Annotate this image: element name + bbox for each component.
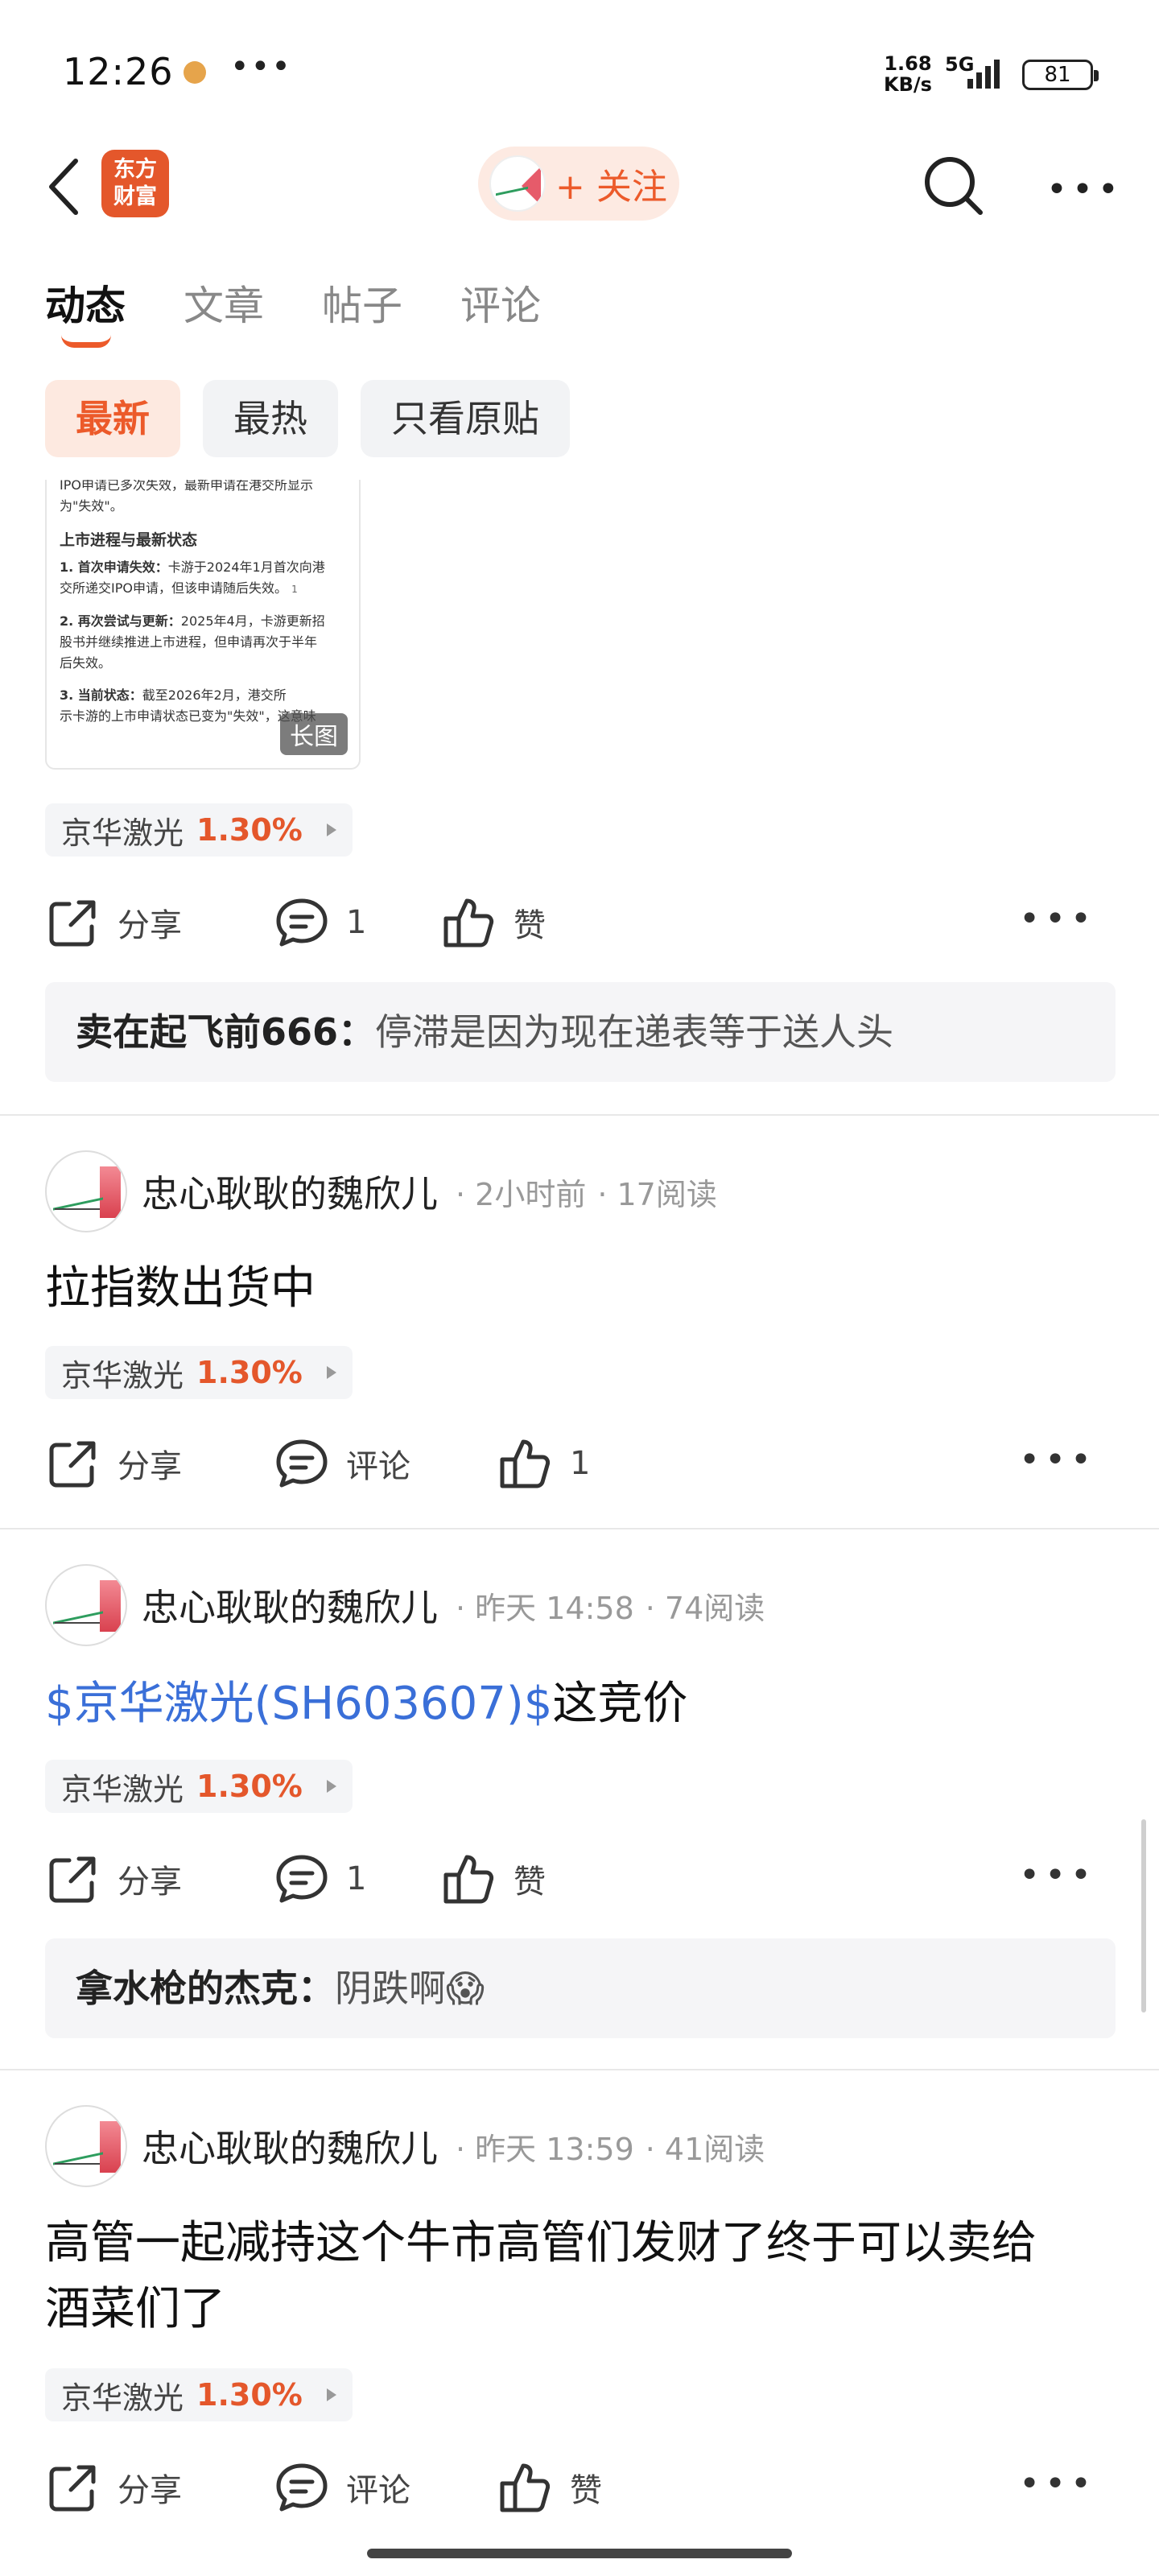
tab-active-indicator — [61, 335, 111, 348]
comment-icon — [276, 898, 328, 947]
comment-icon — [276, 1855, 328, 1903]
comment-preview[interactable]: 卖在起飞前666：停滞是因为现在递表等于送人头 — [45, 982, 1116, 1082]
notification-emoji-icon — [184, 61, 206, 84]
read-count: · 74阅读 — [645, 1590, 765, 1626]
scrollbar[interactable] — [1141, 1819, 1146, 2013]
post-header: 忠心耿耿的魏欣儿 · 2小时前 · 17阅读 — [45, 1150, 1116, 1232]
username[interactable]: 忠心耿耿的魏欣儿 — [142, 1165, 438, 1218]
read-count: · 17阅读 — [597, 1176, 717, 1212]
post-header: 忠心耿耿的魏欣儿 · 昨天 14:58 · 74阅读 — [45, 1564, 1116, 1646]
battery-icon: 81 — [1022, 60, 1099, 90]
like-button[interactable]: 赞 — [441, 1847, 546, 1911]
play-arrow-icon — [326, 824, 336, 836]
thumbs-up-icon — [500, 1439, 551, 1488]
stock-tag[interactable]: 京华激光 1.30% — [45, 2368, 353, 2421]
network-speed: 1.68 KB/s — [884, 52, 932, 96]
follow-label: + 关注 — [555, 167, 667, 208]
share-icon — [49, 1856, 96, 1903]
username[interactable]: 忠心耿耿的魏欣儿 — [142, 2120, 438, 2173]
divider — [0, 2069, 1159, 2070]
follow-button[interactable]: + 关注 — [478, 147, 679, 221]
post-action-bar: 分享 1 赞 ••• — [45, 890, 1116, 955]
post-action-bar: 分享 评论 1 ••• — [45, 1431, 1116, 1496]
comment-button[interactable]: 1 — [274, 890, 366, 955]
comment-preview[interactable]: 拿水枪的杰克：阴跌啊😱 — [45, 1938, 1116, 2038]
post-more-dots-icon[interactable]: ••• — [1019, 2463, 1096, 2504]
signal-icon — [967, 60, 1000, 89]
like-button[interactable]: 赞 — [497, 2455, 602, 2520]
share-button[interactable]: 分享 — [45, 2455, 182, 2520]
avatar[interactable] — [45, 1564, 127, 1646]
post-more-dots-icon[interactable]: ••• — [1019, 1855, 1096, 1896]
post-time: · 2小时前 — [456, 1176, 587, 1212]
read-count: · 41阅读 — [645, 2131, 765, 2167]
nav-bar: 东方 财富 + 关注 ••• — [0, 137, 1159, 242]
stock-link[interactable]: $京华激光(SH603607)$ — [45, 1678, 552, 1730]
comment-icon — [276, 2463, 328, 2512]
play-arrow-icon — [326, 1780, 336, 1793]
divider — [0, 1114, 1159, 1116]
post-text[interactable]: $京华激光(SH603607)$这竞价 — [45, 1671, 1116, 1737]
tab-dynamic[interactable]: 动态 — [45, 274, 126, 348]
share-button[interactable]: 分享 — [45, 1431, 182, 1496]
status-more-dots-icon: ••• — [230, 48, 292, 85]
filter-chips: 最新 最热 只看原贴 — [45, 380, 570, 457]
post-text[interactable]: 高管一起减持这个牛市高管们发财了终于可以卖给 酒菜们了 — [45, 2211, 1116, 2343]
share-icon — [49, 1441, 96, 1488]
post-time: · 昨天 14:58 — [456, 1590, 634, 1626]
post-text[interactable]: 拉指数出货中 — [45, 1256, 1116, 1322]
filter-original-only[interactable]: 只看原贴 — [361, 380, 570, 457]
post-more-dots-icon[interactable]: ••• — [1019, 898, 1096, 939]
status-time: 12:26 — [63, 50, 174, 93]
filter-latest[interactable]: 最新 — [45, 380, 180, 457]
play-arrow-icon — [326, 1366, 336, 1379]
play-arrow-icon — [326, 2388, 336, 2401]
tab-comments[interactable]: 评论 — [460, 274, 541, 338]
share-icon — [49, 900, 96, 947]
post-time: · 昨天 13:59 — [456, 2131, 634, 2167]
profile-tabs: 动态 文章 帖子 评论 — [45, 274, 541, 348]
like-button[interactable]: 赞 — [441, 890, 546, 955]
comment-button[interactable]: 评论 — [274, 2455, 410, 2520]
back-arrow-icon[interactable] — [42, 155, 98, 219]
search-icon[interactable] — [919, 151, 987, 219]
divider — [0, 1528, 1159, 1530]
filter-hot[interactable]: 最热 — [203, 380, 338, 457]
share-button[interactable]: 分享 — [45, 890, 182, 955]
share-icon — [49, 2465, 96, 2512]
eastmoney-logo: 东方 财富 — [101, 150, 169, 217]
post-action-bar: 分享 评论 赞 ••• — [45, 2455, 1116, 2520]
tab-articles[interactable]: 文章 — [184, 274, 264, 338]
stock-tag[interactable]: 京华激光 1.30% — [45, 1760, 353, 1813]
thumbs-up-icon — [443, 1855, 494, 1904]
avatar[interactable] — [45, 2105, 127, 2187]
stock-tag[interactable]: 京华激光 1.30% — [45, 803, 353, 857]
username[interactable]: 忠心耿耿的魏欣儿 — [142, 1579, 438, 1632]
tab-posts[interactable]: 帖子 — [322, 274, 402, 338]
comment-icon — [276, 1439, 328, 1488]
thumbs-up-icon — [500, 2463, 551, 2512]
more-dots-icon[interactable]: ••• — [1046, 169, 1124, 210]
long-image-badge: 长图 — [280, 713, 348, 755]
avatar — [489, 155, 546, 212]
share-button[interactable]: 分享 — [45, 1847, 182, 1911]
comment-button[interactable]: 1 — [274, 1847, 366, 1911]
stock-tag[interactable]: 京华激光 1.30% — [45, 1346, 353, 1399]
post-action-bar: 分享 1 赞 ••• — [45, 1847, 1116, 1911]
home-indicator[interactable] — [367, 2549, 792, 2558]
post-header: 忠心耿耿的魏欣儿 · 昨天 13:59 · 41阅读 — [45, 2105, 1116, 2187]
long-image-attachment[interactable]: IPO申请已多次失效，最新申请在港交所显示 为"失效"。 上市进程与最新状态 1… — [45, 480, 361, 770]
avatar[interactable] — [45, 1150, 127, 1232]
post-more-dots-icon[interactable]: ••• — [1019, 1439, 1096, 1480]
thumbs-up-icon — [443, 898, 494, 947]
comment-button[interactable]: 评论 — [274, 1431, 410, 1496]
status-bar: 12:26 ••• 1.68 KB/s 5G 81 — [0, 0, 1159, 137]
like-button[interactable]: 1 — [497, 1431, 590, 1496]
